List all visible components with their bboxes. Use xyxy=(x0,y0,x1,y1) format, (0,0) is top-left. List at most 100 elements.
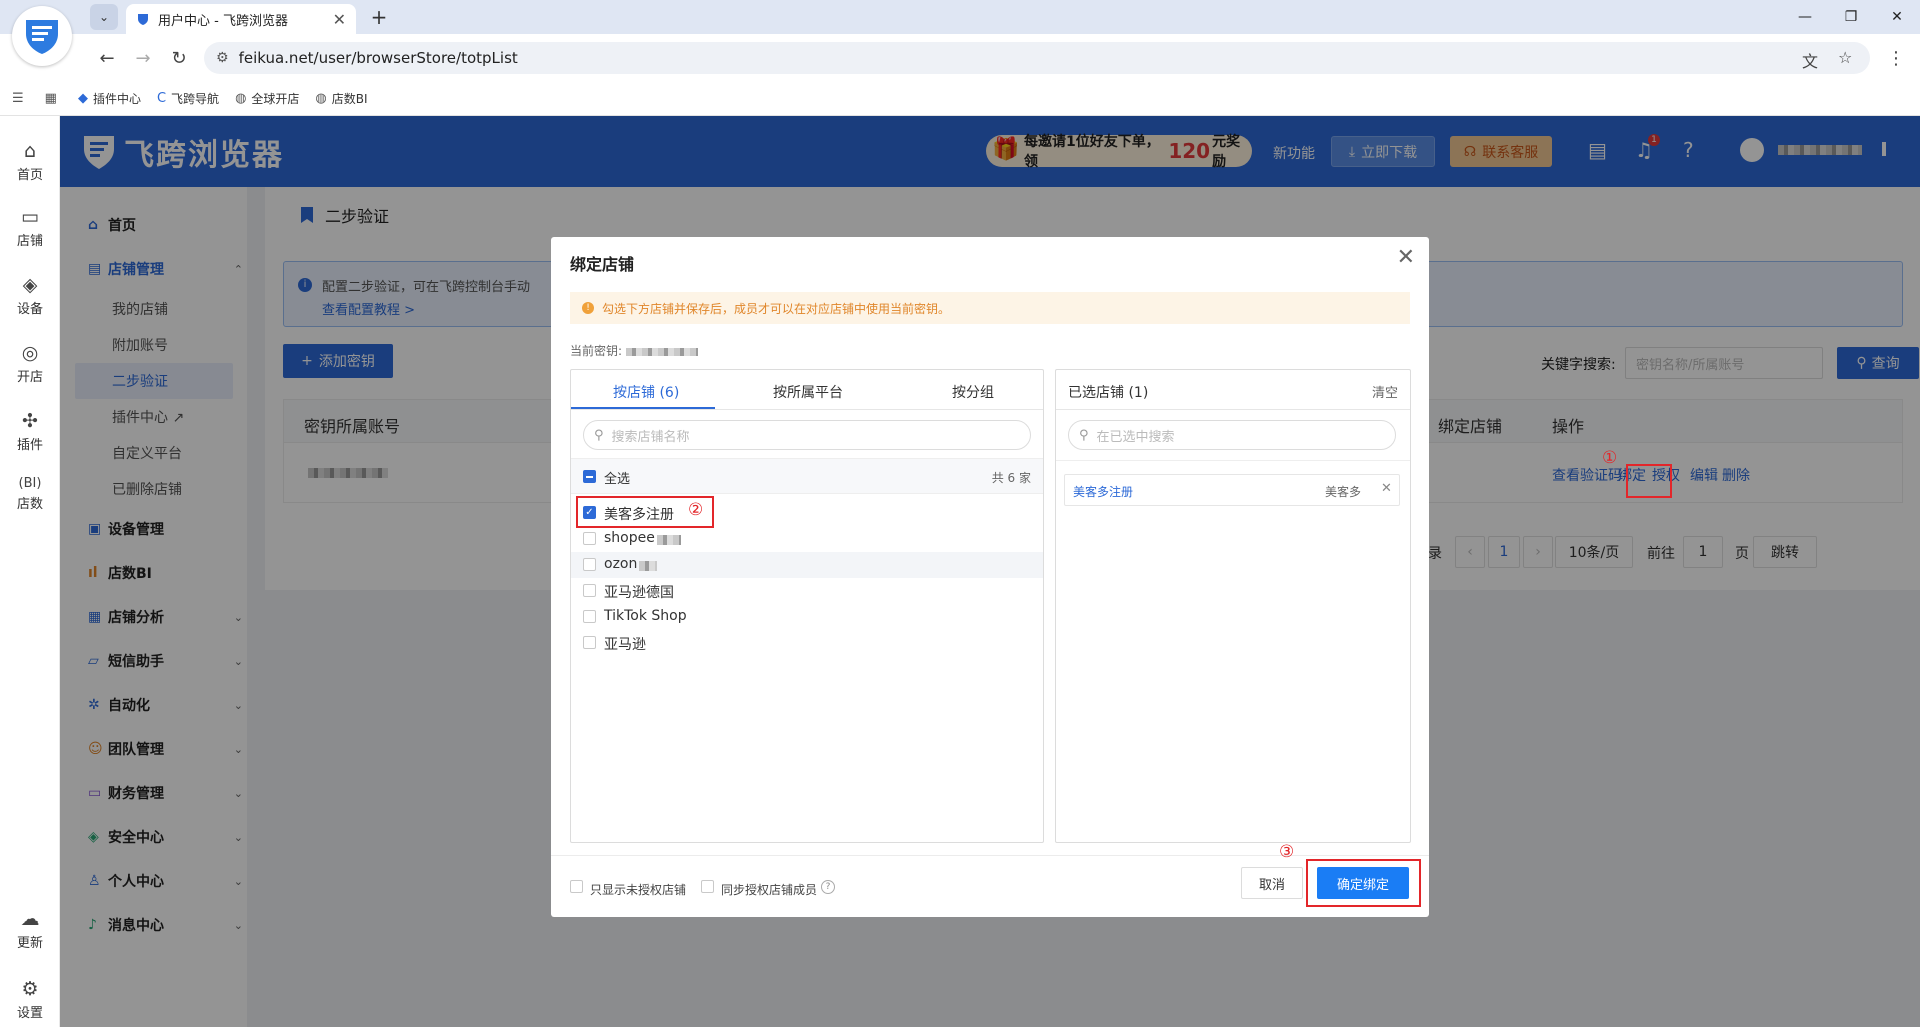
store-checkbox[interactable] xyxy=(583,558,596,571)
settings-icon: ⚙ xyxy=(21,978,39,1000)
tab-title: 用户中心 - 飞跨浏览器 xyxy=(158,13,288,29)
sync-members-label: 同步授权店铺成员 xyxy=(721,883,818,897)
search-icon: ⚲ xyxy=(594,427,604,443)
browser-tab-active[interactable]: 用户中心 - 飞跨浏览器 ✕ xyxy=(126,4,356,34)
reload-button[interactable]: ↻ xyxy=(165,44,193,72)
bookmark-plugin-center[interactable]: ◆ 插件中心 xyxy=(78,90,141,107)
warning-bar: ! 勾选下方店铺并保存后，成员才可以在对应店铺中使用当前密钥。 xyxy=(570,292,1410,324)
only-unauthorized-checkbox[interactable] xyxy=(570,880,583,893)
annotation-box-confirm xyxy=(1306,859,1421,907)
globe-icon: ◍ xyxy=(235,91,247,106)
filter-tabs: 按店铺 (6) 按所属平台 按分组 xyxy=(571,370,1043,410)
c-logo-icon: C xyxy=(156,91,167,106)
list-item[interactable]: ozon xyxy=(571,552,1043,578)
select-all-label: 全选 xyxy=(604,472,631,487)
minimize-button[interactable]: — xyxy=(1782,0,1828,34)
remove-icon[interactable]: ✕ xyxy=(1381,481,1392,496)
store-name-masked xyxy=(639,561,657,571)
rail-update[interactable]: ☁ 更新 xyxy=(0,908,60,951)
annotation-box-bind xyxy=(1626,464,1672,498)
selected-store-name: 美客多注册 xyxy=(1073,485,1134,499)
selected-store-platform: 美客多 xyxy=(1325,485,1362,499)
current-key: 当前密钥: xyxy=(570,342,698,359)
rail-store-bi[interactable]: (BI) 店数 xyxy=(0,476,60,512)
close-window-button[interactable]: ✕ xyxy=(1874,0,1920,34)
close-icon[interactable]: ✕ xyxy=(1397,245,1415,270)
shield-icon: ◆ xyxy=(77,91,88,106)
cloud-update-icon: ☁ xyxy=(20,908,40,930)
tab-search-button[interactable]: ⌄ xyxy=(90,4,118,30)
store-list-panel: 按店铺 (6) 按所属平台 按分组 ⚲ 搜索店铺名称 全选 共 6 家 ✓ 美客多注… xyxy=(570,369,1044,843)
key-masked xyxy=(625,347,698,356)
bookmark-star-icon[interactable]: ☆ xyxy=(1838,48,1852,67)
only-unauthorized-label: 只显示未授权店铺 xyxy=(590,883,687,897)
clear-link[interactable]: 清空 xyxy=(1372,382,1398,401)
back-button[interactable]: ← xyxy=(93,44,121,72)
store-search-input[interactable]: ⚲ 搜索店铺名称 xyxy=(583,420,1031,450)
search-icon: ⚲ xyxy=(1079,427,1089,443)
planet-icon: ◎ xyxy=(21,342,39,364)
list-item[interactable]: shopee xyxy=(571,526,1043,552)
puzzle-icon: ✣ xyxy=(22,410,38,432)
rail-device[interactable]: ◈ 设备 xyxy=(0,274,60,317)
browser-tab-bar: ⌄ 用户中心 - 飞跨浏览器 ✕ + — ❐ ✕ xyxy=(0,0,1920,34)
store-total: 共 6 家 xyxy=(991,471,1031,485)
browser-logo-icon xyxy=(12,6,72,66)
tab-by-group[interactable]: 按分组 xyxy=(952,382,994,402)
rail-open-store[interactable]: ◎ 开店 xyxy=(0,342,60,385)
restore-button[interactable]: ❐ xyxy=(1828,0,1874,34)
store-checkbox[interactable] xyxy=(583,532,596,545)
globe-icon: ◍ xyxy=(315,91,327,106)
browser-menu-icon[interactable]: ⋮ xyxy=(1882,44,1910,72)
rail-store[interactable]: ▭ 店铺 xyxy=(0,206,60,249)
list-item[interactable]: 亚马逊 xyxy=(571,630,1043,656)
bind-store-dialog: 绑定店铺 ✕ ! 勾选下方店铺并保存后，成员才可以在对应店铺中使用当前密钥。 当前… xyxy=(551,237,1429,917)
annotation-2: ② xyxy=(688,500,704,520)
home-icon: ⌂ xyxy=(23,140,37,162)
help-icon[interactable]: ? xyxy=(821,880,835,894)
annotation-1: ① xyxy=(1602,448,1618,468)
bookmark-store-bi[interactable]: ◍ 店数BI xyxy=(315,90,367,107)
store-icon: ▭ xyxy=(21,206,39,228)
forward-button[interactable]: → xyxy=(129,44,157,72)
store-name-masked xyxy=(657,535,681,545)
sync-members-checbox[interactable] xyxy=(701,880,714,893)
select-all-row[interactable]: 全选 共 6 家 xyxy=(571,458,1043,494)
select-all-checkbox[interactable] xyxy=(583,470,596,483)
cancel-button[interactable]: 取消 xyxy=(1241,867,1303,899)
rail-settings[interactable]: ⚙ 设置 xyxy=(0,978,60,1021)
selected-header: 已选店铺 (1) 清空 xyxy=(1056,370,1410,410)
address-bar-row: ← → ↻ ⚙ feikua.net/user/browserStore/tot… xyxy=(0,34,1920,82)
store-checkbox[interactable] xyxy=(583,610,596,623)
tab-by-store[interactable]: 按店铺 (6) xyxy=(613,382,679,402)
rail-plugin[interactable]: ✣ 插件 xyxy=(0,410,60,453)
sidebar-toggle-icon[interactable]: ☰ xyxy=(12,91,29,106)
selected-store-item: 美客多注册 美客多 ✕ xyxy=(1064,474,1400,506)
selected-store-panel: 已选店铺 (1) 清空 ⚲ 在已选中搜索 美客多注册 美客多 ✕ xyxy=(1055,369,1411,843)
store-checkbox[interactable] xyxy=(583,636,596,649)
bookmark-feikua-nav[interactable]: C 飞跨导航 xyxy=(157,90,219,107)
bookmarks-bar: ☰ ▦ ◆ 插件中心 C 飞跨导航 ◍ 全球开店 ◍ 店数BI xyxy=(0,82,1920,116)
new-tab-button[interactable]: + xyxy=(366,4,392,30)
apps-icon[interactable]: ▦ xyxy=(45,91,62,106)
rail-home[interactable]: ⌂ 首页 xyxy=(0,140,60,183)
url-text: feikua.net/user/browserStore/totpList xyxy=(238,49,518,67)
dialog-title: 绑定店铺 xyxy=(570,255,635,274)
bookmark-global-store[interactable]: ◍ 全球开店 xyxy=(235,90,299,107)
store-checkbox[interactable] xyxy=(583,584,596,597)
left-rail: ⌂ 首页 ▭ 店铺 ◈ 设备 ◎ 开店 ✣ 插件 (BI) 店数 ☁ 更新 ⚙ 设置 xyxy=(0,116,60,1027)
tab-by-platform[interactable]: 按所属平台 xyxy=(773,382,843,402)
list-item[interactable]: 亚马逊德国 xyxy=(571,578,1043,604)
feikua-favicon-icon xyxy=(138,14,148,25)
selected-search-input[interactable]: ⚲ 在已选中搜索 xyxy=(1068,420,1396,450)
site-info-icon[interactable]: ⚙ xyxy=(216,50,229,66)
divider xyxy=(1056,460,1410,461)
selected-count: 已选店铺 (1) xyxy=(1068,385,1149,401)
annotation-3: ③ xyxy=(1279,842,1295,862)
translate-icon[interactable]: 文 xyxy=(1802,48,1818,72)
list-item[interactable]: TikTok Shop xyxy=(571,604,1043,630)
url-field[interactable]: ⚙ feikua.net/user/browserStore/totpList … xyxy=(204,42,1870,74)
warning-icon: ! xyxy=(582,302,594,314)
tab-underline xyxy=(571,407,715,409)
tab-close-icon[interactable]: ✕ xyxy=(333,10,346,29)
